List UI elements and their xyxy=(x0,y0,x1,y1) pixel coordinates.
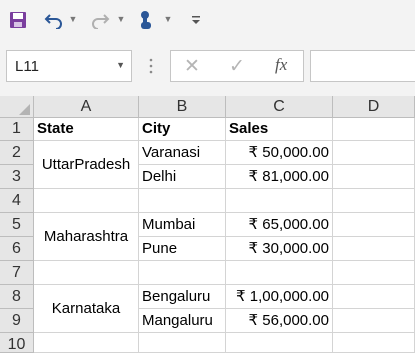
cell-d2[interactable] xyxy=(333,141,415,165)
cell-c2[interactable]: ₹ 50,000.00 xyxy=(226,141,333,165)
cell-c7[interactable] xyxy=(226,261,333,285)
cell-a1[interactable]: State xyxy=(34,118,139,141)
cell-c9[interactable]: ₹ 56,000.00 xyxy=(226,309,333,333)
column-header-d[interactable]: D xyxy=(333,96,415,118)
cell-d10[interactable] xyxy=(333,333,415,353)
chevron-down-icon[interactable]: ▼ xyxy=(116,60,125,70)
vertical-dots-icon[interactable] xyxy=(148,56,154,76)
cell-d4[interactable] xyxy=(333,189,415,213)
cell-d5[interactable] xyxy=(333,213,415,237)
name-box-value: L11 xyxy=(15,58,39,75)
cell-c1[interactable]: Sales xyxy=(226,118,333,141)
cell-c5[interactable]: ₹ 65,000.00 xyxy=(226,213,333,237)
cell-c8[interactable]: ₹ 1,00,000.00 xyxy=(226,285,333,309)
customize-qat-icon[interactable] xyxy=(188,8,204,32)
row-header-8[interactable]: 8 xyxy=(0,285,34,309)
cell-a5-merged[interactable]: Maharashtra xyxy=(34,213,139,261)
cell-b7[interactable] xyxy=(139,261,226,285)
quick-access-toolbar: ▼ ▼ ▼ xyxy=(0,0,415,40)
cell-b2[interactable]: Varanasi xyxy=(139,141,226,165)
redo-dropdown-icon[interactable]: ▼ xyxy=(116,12,126,26)
row-header-3[interactable]: 3 xyxy=(0,165,34,189)
name-box[interactable]: L11 ▼ xyxy=(6,50,132,82)
cell-b1[interactable]: City xyxy=(139,118,226,141)
formula-input[interactable] xyxy=(310,50,415,82)
cell-b6[interactable]: Pune xyxy=(139,237,226,261)
enter-icon[interactable]: ✓ xyxy=(229,55,245,78)
touch-mode-icon[interactable] xyxy=(134,8,158,32)
row-header-10[interactable]: 10 xyxy=(0,333,34,353)
cell-d8[interactable] xyxy=(333,285,415,309)
row-header-6[interactable]: 6 xyxy=(0,237,34,261)
cell-d1[interactable] xyxy=(333,118,415,141)
column-header-b[interactable]: B xyxy=(139,96,226,118)
touch-mode-dropdown-icon[interactable]: ▼ xyxy=(163,12,173,26)
cell-a2-merged[interactable]: UttarPradesh xyxy=(34,141,139,189)
cell-a7[interactable] xyxy=(34,261,139,285)
column-header-c[interactable]: C xyxy=(226,96,333,118)
cell-b5[interactable]: Mumbai xyxy=(139,213,226,237)
row-header-2[interactable]: 2 xyxy=(0,141,34,165)
redo-icon[interactable] xyxy=(88,8,112,32)
row-header-7[interactable]: 7 xyxy=(0,261,34,285)
insert-function-icon[interactable]: fx xyxy=(275,55,287,75)
cell-d3[interactable] xyxy=(333,165,415,189)
row-header-5[interactable]: 5 xyxy=(0,213,34,237)
save-icon[interactable] xyxy=(6,8,30,32)
formula-buttons: ✕ ✓ fx xyxy=(170,50,304,82)
cell-a4[interactable] xyxy=(34,189,139,213)
cell-b10[interactable] xyxy=(139,333,226,353)
cell-c6[interactable]: ₹ 30,000.00 xyxy=(226,237,333,261)
column-header-a[interactable]: A xyxy=(34,96,139,118)
select-all-corner[interactable] xyxy=(0,96,34,118)
undo-dropdown-icon[interactable]: ▼ xyxy=(68,12,78,26)
cell-b3[interactable]: Delhi xyxy=(139,165,226,189)
row-header-1[interactable]: 1 xyxy=(0,118,34,141)
cell-d6[interactable] xyxy=(333,237,415,261)
cell-a10[interactable] xyxy=(34,333,139,353)
row-header-9[interactable]: 9 xyxy=(0,309,34,333)
cell-b8[interactable]: Bengaluru xyxy=(139,285,226,309)
undo-icon[interactable] xyxy=(42,8,66,32)
cell-c3[interactable]: ₹ 81,000.00 xyxy=(226,165,333,189)
cell-c10[interactable] xyxy=(226,333,333,353)
cell-a8-merged[interactable]: Karnataka xyxy=(34,285,139,333)
cell-b9[interactable]: Mangaluru xyxy=(139,309,226,333)
cancel-icon[interactable]: ✕ xyxy=(184,55,200,78)
cell-d9[interactable] xyxy=(333,309,415,333)
cell-b4[interactable] xyxy=(139,189,226,213)
row-header-4[interactable]: 4 xyxy=(0,189,34,213)
cell-c4[interactable] xyxy=(226,189,333,213)
cell-d7[interactable] xyxy=(333,261,415,285)
